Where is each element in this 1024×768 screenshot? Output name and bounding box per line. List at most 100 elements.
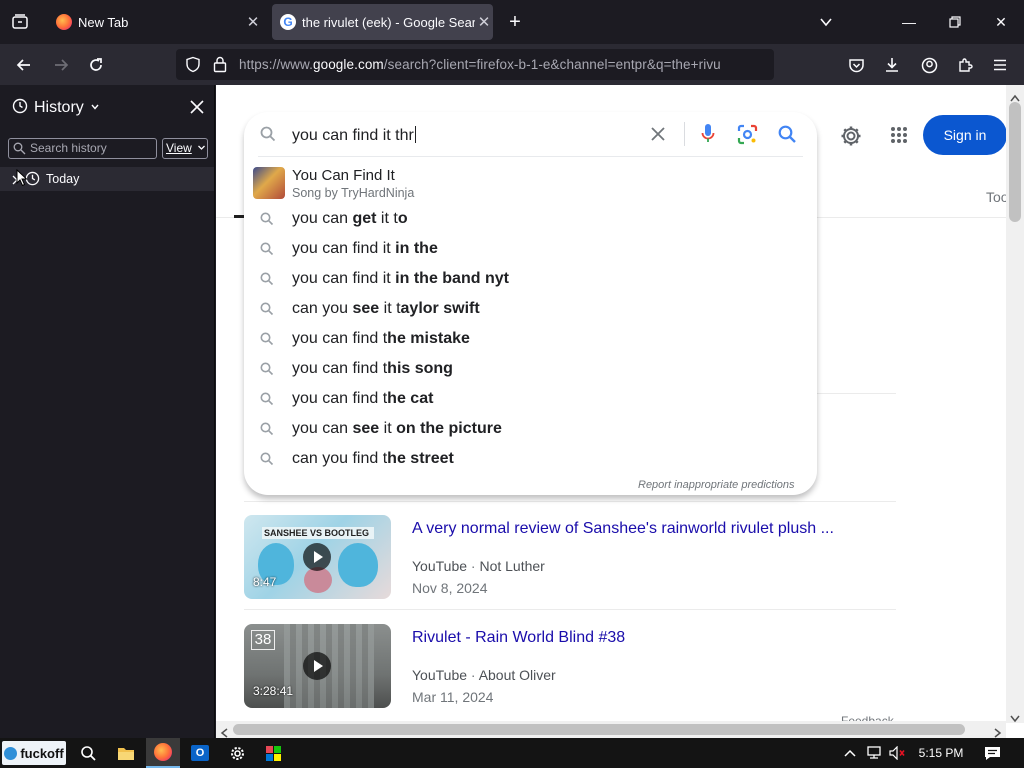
outlook-icon[interactable]: O [184,738,216,768]
suggestion-entity[interactable]: You Can Find It Song by TryHardNinja [244,165,817,203]
view-label: View [166,141,192,155]
file-explorer-icon[interactable] [110,738,142,768]
settings-gear-icon[interactable] [839,124,863,153]
volume-muted-icon[interactable] [886,738,908,768]
google-apps-grid-icon[interactable] [890,126,908,149]
url-path: /search?client=firefox-b-1-e&channel=ent… [383,57,721,72]
firefox-view-icon[interactable] [5,7,35,37]
scroll-thumb[interactable] [1009,102,1021,222]
close-icon[interactable]: ✕ [244,13,262,31]
suggestion-item[interactable]: you can see it on the picture [244,415,817,445]
result-source: YouTube · Not Luther [412,558,545,574]
taskbar-firefox-icon[interactable] [146,738,180,768]
suggestion-item[interactable]: you can get it to [244,205,817,235]
result-title-link[interactable]: A very normal review of Sanshee's rainwo… [412,520,852,538]
new-tab-plus-icon[interactable]: + [500,7,530,37]
start-label: fuckoff [20,745,64,761]
back-arrow-icon[interactable] [9,50,39,80]
source-channel: Not Luther [479,558,545,574]
divider [684,122,685,146]
tab-new-tab[interactable]: New Tab ✕ [48,4,268,40]
history-group-today[interactable]: Today [0,167,214,191]
lock-icon[interactable] [213,56,227,78]
suggestion-item[interactable]: can you find the street [244,445,817,475]
video-duration: 8:47 [253,575,277,589]
search-icon [260,452,274,471]
forward-arrow-icon[interactable] [46,50,76,80]
search-icon [260,242,274,261]
play-icon[interactable] [303,543,331,571]
url-bar[interactable]: https://www.google.com/search?client=fir… [176,49,774,80]
tab-google-search[interactable]: G the rivulet (eek) - Google Search ✕ [272,4,493,40]
sidebar-close-icon[interactable] [189,99,205,120]
report-predictions-link[interactable]: Report inappropriate predictions [638,479,795,491]
search-icon [13,142,26,161]
scroll-thumb[interactable] [233,724,965,735]
taskbar-search-icon[interactable] [72,738,104,768]
tray-chevron-up-icon[interactable] [840,738,860,768]
settings-gear-icon[interactable] [221,738,253,768]
view-menu-button[interactable]: View [162,138,208,159]
video-result[interactable]: 38 3:28:41 Rivulet - Rain World Blind #3… [244,624,884,710]
suggestion-item[interactable]: can you see it taylor swift [244,295,817,325]
pocket-icon[interactable] [841,50,871,80]
video-thumbnail[interactable]: 38 3:28:41 [244,624,391,708]
play-icon[interactable] [303,652,331,680]
tab-title: New Tab [78,14,129,30]
suggestion-text: can you find the street [292,450,454,467]
restore-icon[interactable] [932,0,978,44]
list-tabs-chevron-icon[interactable] [811,7,841,37]
search-input[interactable]: you can find it thr [292,126,416,145]
google-search-box[interactable]: you can find it thr You Can Find It Song… [244,112,817,495]
microphone-icon[interactable] [700,123,716,150]
menu-hamburger-icon[interactable] [985,50,1015,80]
account-icon[interactable] [914,50,944,80]
suggestion-item[interactable]: you can find the mistake [244,325,817,355]
url-text[interactable]: https://www.google.com/search?client=fir… [239,57,739,72]
clear-x-icon[interactable] [650,126,666,147]
action-center-icon[interactable] [978,738,1006,768]
video-thumbnail[interactable]: SANSHEE VS BOOTLEG 8:47 [244,515,391,599]
source-channel: About Oliver [478,667,556,683]
lens-camera-icon[interactable] [737,124,758,150]
suggestion-item[interactable]: you can find this song [244,355,817,385]
network-icon[interactable] [863,738,885,768]
suggestion-item[interactable]: you can find the cat [244,385,817,415]
suggestion-item[interactable]: you can find it in the band nyt [244,265,817,295]
song-thumbnail [253,167,285,199]
minimize-icon[interactable]: — [886,0,932,44]
close-icon[interactable]: ✕ [475,13,493,31]
source-site: YouTube [412,667,468,683]
search-submit-icon[interactable] [778,125,797,149]
result-date: Nov 8, 2024 [412,580,488,596]
result-source: YouTube · About Oliver [412,667,556,683]
video-result[interactable]: SANSHEE VS BOOTLEG 8:47 A very normal re… [244,515,884,601]
tracking-shield-icon[interactable] [185,56,201,78]
history-search-input[interactable]: Search history [8,138,157,159]
search-icon [260,272,274,291]
tab-title: the rivulet (eek) - Google Search [302,14,475,30]
vertical-scrollbar[interactable] [1006,85,1024,723]
start-button[interactable]: fuckoff [2,741,66,765]
suggestion-item[interactable]: you can find it in the [244,235,817,265]
video-duration: 3:28:41 [253,684,294,698]
thumbnail-caption: SANSHEE VS BOOTLEG [262,527,374,539]
search-icon [260,302,274,321]
window-close-icon[interactable]: ✕ [978,0,1024,44]
sign-in-button[interactable]: Sign in [923,115,1007,155]
suggestion-text: you can find the cat [292,390,434,407]
divider [258,156,803,157]
sign-in-label: Sign in [943,127,987,143]
search-placeholder: Search history [30,141,107,155]
horizontal-scrollbar[interactable] [216,721,1006,738]
suggestion-text: you can get it to [292,210,408,227]
result-title-link[interactable]: Rivulet - Rain World Blind #38 [412,629,852,647]
sidebar-header[interactable]: History [12,97,100,119]
scroll-down-icon[interactable] [1010,710,1020,728]
clock-time[interactable]: 5:15 PM [912,738,970,768]
google-icon: G [280,14,296,30]
extensions-icon[interactable] [950,50,980,80]
app-launcher-icon[interactable] [257,738,289,768]
downloads-icon[interactable] [877,50,907,80]
reload-icon[interactable] [81,50,111,80]
